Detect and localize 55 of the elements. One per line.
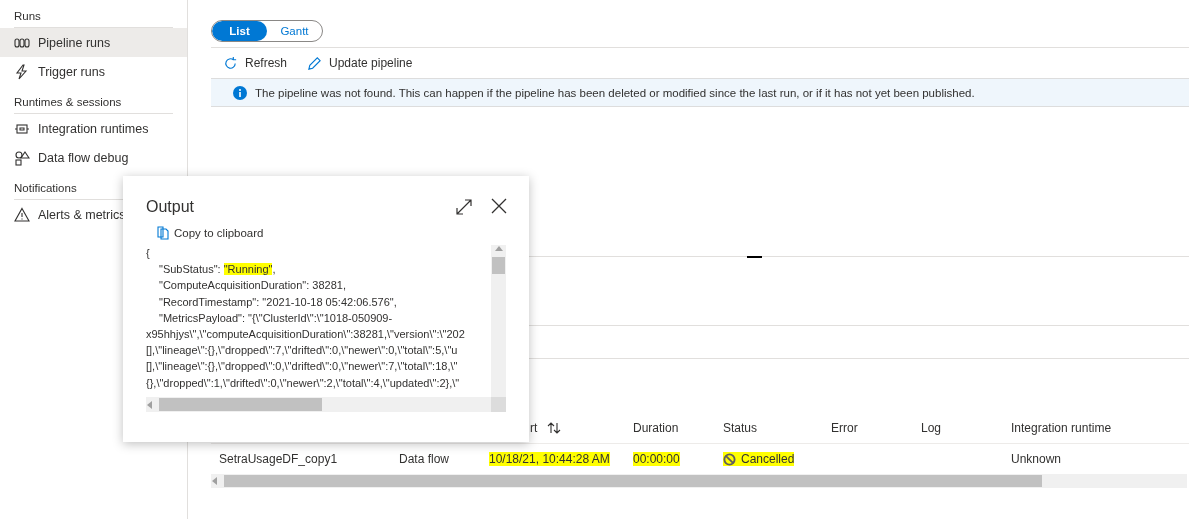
table-cell: SetraUsageDF_copy1 (219, 452, 338, 466)
sidebar-item[interactable]: Data flow debug (0, 143, 187, 172)
scrollbar-corner (491, 397, 506, 412)
column-header[interactable]: Integration runtime (1011, 421, 1112, 435)
column-header[interactable]: rt (530, 421, 538, 435)
dialog-title: Output (146, 198, 195, 216)
code-line: { (146, 246, 151, 261)
sidebar-item[interactable]: Pipeline runs (0, 28, 187, 57)
code-line: [],\"lineage\":{},\"dropped\":0,\"drifted\":0,\"newer\":7,\"total\":18,\" (146, 359, 459, 375)
table-cell: Unknown (1011, 452, 1062, 466)
vertical-scrollbar[interactable] (491, 245, 506, 397)
status-cell: Cancelled (723, 452, 795, 466)
table-cell: 00:00:00 (633, 452, 680, 466)
code-line: "ComputeAcquisitionDuration": 38281, (158, 278, 347, 294)
code-line: "MetricsPayload": "{\"ClusterId\":\"1018-050909- (158, 310, 394, 326)
copy-icon (156, 226, 170, 240)
horizontal-scrollbar[interactable] (211, 474, 1187, 488)
scroll-left-icon[interactable] (146, 400, 154, 409)
banner-text: The pipeline was not found. This can happen if the pipeline has been deleted or modified since the last run, or if it has not yet been published. (255, 86, 975, 99)
column-header[interactable]: Status (723, 421, 758, 435)
shapes-icon (14, 149, 30, 166)
expand-icon[interactable] (455, 198, 473, 216)
toolbar-button[interactable]: Refresh (223, 55, 288, 71)
sidebar-item[interactable]: Trigger runs (0, 57, 187, 86)
scroll-left-icon[interactable] (211, 477, 219, 485)
scroll-up-icon[interactable] (494, 245, 503, 253)
minus-icon (747, 256, 762, 258)
blocked-icon (723, 452, 736, 466)
warning-icon (14, 206, 30, 223)
sidebar-item[interactable]: Integration runtimes (0, 114, 187, 143)
code-line: "SubStatus": "Running", (158, 262, 277, 278)
table-cell: Data flow (399, 452, 450, 466)
horizontal-scrollbar[interactable] (146, 397, 491, 412)
close-icon[interactable] (491, 198, 507, 216)
pencil-icon (307, 55, 323, 71)
code-line: "RecordTimestamp": "2021-10-18 05:42:06.576", (158, 294, 398, 310)
column-header[interactable]: Duration (633, 421, 679, 435)
code-line: {},\"dropped\":1,\"drifted\":0,\"newer\":2,\"total\":4,\"updated\":2},\" (146, 375, 461, 391)
section-heading: Runtimes & sessions (14, 96, 173, 114)
scrollbar-thumb[interactable] (492, 257, 505, 274)
column-header[interactable]: Log (921, 421, 942, 435)
view-toggle-option[interactable]: List (212, 21, 267, 41)
view-toggle-option[interactable]: Gantt (267, 21, 322, 41)
toolbar-button[interactable]: Update pipeline (307, 55, 413, 71)
scrollbar-thumb[interactable] (159, 398, 322, 411)
refresh-icon (223, 55, 238, 71)
code-line: x95hhjys\",\"computeAcquisitionDuration\":38281,\"version\":\"202 (146, 327, 466, 342)
copy-button[interactable]: Copy to clipboard (156, 226, 264, 240)
code-line: [],\"lineage\":{},\"dropped\":7,\"drifted\":0,\"newer\":0,\"total\":5,\"u (146, 343, 459, 359)
sort-icon[interactable] (547, 422, 562, 434)
table-cell: 10/18/21, 10:44:28 AM (489, 452, 610, 466)
lightning-icon (14, 63, 30, 80)
scrollbar-thumb[interactable] (224, 475, 1042, 487)
info-icon (233, 85, 247, 100)
column-header[interactable]: Error (831, 421, 858, 435)
